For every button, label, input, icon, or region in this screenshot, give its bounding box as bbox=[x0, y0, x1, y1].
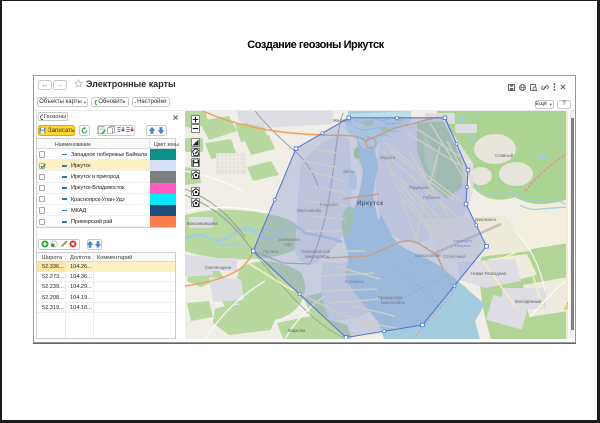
svg-text:Славный: Славный bbox=[495, 153, 514, 158]
svg-text:Смоленщина: Смоленщина bbox=[205, 265, 232, 270]
svg-text:Максимовщина: Максимовщина bbox=[187, 221, 218, 226]
svg-text:Молодёжный: Молодёжный bbox=[515, 299, 542, 304]
svg-text:Дзержинск: Дзержинск bbox=[475, 217, 497, 222]
svg-text:Маркова: Маркова bbox=[288, 328, 306, 333]
svg-text:Новая Разводная: Новая Разводная bbox=[471, 271, 506, 276]
